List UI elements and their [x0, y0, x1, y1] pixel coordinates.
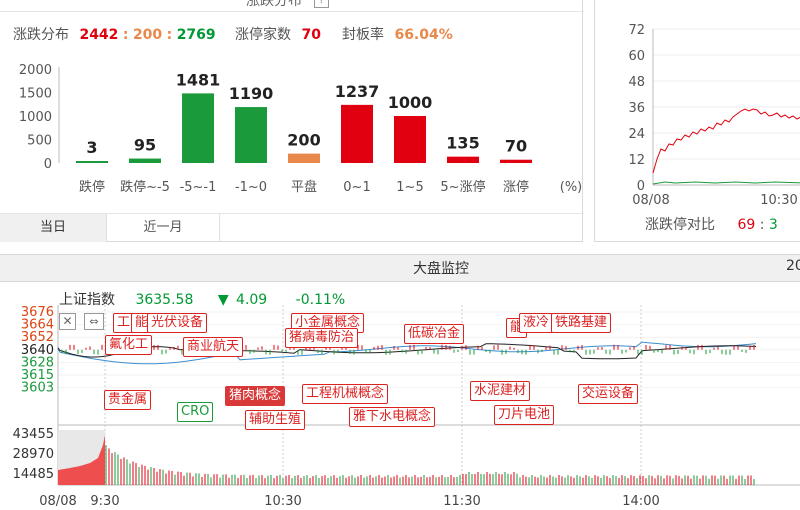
concept-tag[interactable]: 低碳冶金 — [404, 324, 465, 344]
concept-tag[interactable]: 猪病毒防治 — [285, 328, 359, 348]
x-tick-label: 平盘 — [291, 179, 317, 195]
y-tick-label: 72 — [628, 23, 645, 38]
y-tick-label: 1000 — [19, 110, 52, 125]
bar — [129, 158, 161, 163]
bar — [288, 153, 320, 163]
monitor-title: 大盘监控 — [413, 261, 469, 277]
unit-label: (%) — [560, 180, 583, 195]
time-tick-label: 10:30 — [264, 494, 301, 509]
x-tick-label: 10:30 — [760, 193, 797, 208]
tab-month[interactable]: 近一月 — [107, 214, 220, 242]
x-tick-label: 08/08 — [632, 193, 669, 208]
up-limit-line — [652, 108, 800, 174]
concept-tag[interactable]: 辅助生殖 — [245, 410, 306, 430]
x-tick-label: 涨停 — [503, 179, 529, 195]
ratio-sep: : — [759, 217, 765, 233]
close-icon[interactable]: ✕ — [59, 313, 76, 330]
y-tick-label: 24 — [628, 127, 645, 142]
bar-value-label: 1190 — [229, 84, 274, 103]
bar-value-label: 3 — [86, 138, 97, 157]
y-tick-label: 2000 — [19, 63, 52, 78]
expand-icon[interactable]: ⇔ — [84, 313, 104, 330]
concept-tag[interactable]: 贵金属 — [104, 390, 152, 410]
bar — [447, 156, 479, 163]
x-tick-label: -1~0 — [235, 180, 267, 195]
x-tick-label: 1~5 — [396, 180, 423, 195]
time-tick-label: 11:30 — [443, 494, 480, 509]
concept-tag[interactable]: 液冷 — [519, 313, 554, 333]
tab-bar: 当日 近一月 — [0, 213, 584, 243]
concept-tag[interactable]: 交运设备 — [578, 384, 639, 404]
x-tick-label: 跌停~-5 — [120, 179, 170, 195]
monitor-right-text: 20 — [786, 258, 800, 274]
ratio-caption: 涨跌停对比 — [645, 217, 715, 233]
bar-value-label: 1000 — [388, 93, 433, 112]
time-tick-label: 9:30 — [90, 494, 119, 509]
volume-tick-label: 43455 — [13, 427, 54, 442]
x-tick-label: 0~1 — [343, 180, 370, 195]
bar-value-label: 200 — [287, 131, 320, 150]
concept-tag[interactable]: 雅下水电概念 — [349, 407, 436, 427]
volume-tick-label: 28970 — [13, 447, 54, 462]
down-limit-line — [652, 181, 800, 185]
concept-tag[interactable]: 商业航天 — [183, 337, 244, 357]
concept-tag[interactable]: 氟化工 — [105, 335, 153, 355]
y-tick-label: 0 — [637, 179, 645, 194]
y-tick-label: 36 — [628, 101, 645, 116]
bar — [394, 116, 426, 163]
x-tick-label: 5~涨停 — [440, 179, 485, 195]
bar — [235, 107, 267, 163]
bar-value-label: 135 — [446, 134, 479, 153]
monitor-header: 大盘监控 20 — [0, 254, 800, 282]
y-tick-label: 60 — [628, 49, 645, 64]
distribution-panel: 涨跌分布 ? 涨跌分布 2442 : 200 : 2769 涨停家数 70 封板… — [0, 0, 584, 243]
bar-value-label: 70 — [505, 137, 527, 156]
ratio-up: 69 — [737, 217, 756, 233]
tab-today[interactable]: 当日 — [0, 214, 107, 242]
time-tick-label: 08/08 — [39, 494, 76, 509]
volume-tick-label: 14485 — [13, 467, 54, 482]
y-tick-label: 48 — [628, 75, 645, 90]
bar — [500, 159, 532, 163]
bar — [182, 93, 214, 163]
ratio-caption-row: 涨跌停对比 69 : 3 — [645, 214, 778, 234]
x-tick-label: -5~-1 — [180, 180, 217, 195]
bar — [341, 104, 373, 163]
y-tick-label: 1500 — [19, 87, 52, 102]
concept-tag[interactable]: 水泥建材 — [470, 381, 531, 401]
time-tick-label: 14:00 — [622, 494, 659, 509]
limit-ratio-panel: 72 60 48 36 24 12 0 08/08 10:30 涨跌停对比 69 : 3 — [594, 0, 800, 242]
bar-value-label: 1481 — [176, 70, 221, 89]
y-tick-label: 12 — [628, 153, 645, 168]
concept-tag[interactable]: 猪肉概念 — [225, 386, 286, 406]
y-tick-label: 0 — [44, 157, 52, 172]
distribution-bar-chart: 0 500 1000 1500 2000 3 跌停 95 跌停~-5 1481 -5~-1 1190 -… — [19, 63, 583, 195]
concept-tag[interactable]: 铁路基建 — [551, 313, 612, 333]
concept-tag[interactable]: 光伏设备 — [147, 313, 208, 333]
concept-tag[interactable]: 刀片电池 — [494, 405, 555, 425]
concept-tag[interactable]: CRO — [177, 402, 214, 422]
concept-tag[interactable]: 工程机械概念 — [302, 384, 389, 404]
bar-value-label: 95 — [134, 136, 156, 155]
bar-value-label: 1237 — [335, 82, 380, 101]
price-tick-label: 3603 — [21, 381, 54, 396]
limit-ratio-line-chart: 72 60 48 36 24 12 008/08 10:30 — [628, 23, 800, 208]
y-tick-label: 500 — [27, 134, 52, 149]
x-tick-label: 跌停 — [79, 179, 105, 195]
ratio-down: 3 — [768, 217, 778, 233]
avg-price-line — [57, 341, 757, 365]
bar — [76, 161, 108, 163]
